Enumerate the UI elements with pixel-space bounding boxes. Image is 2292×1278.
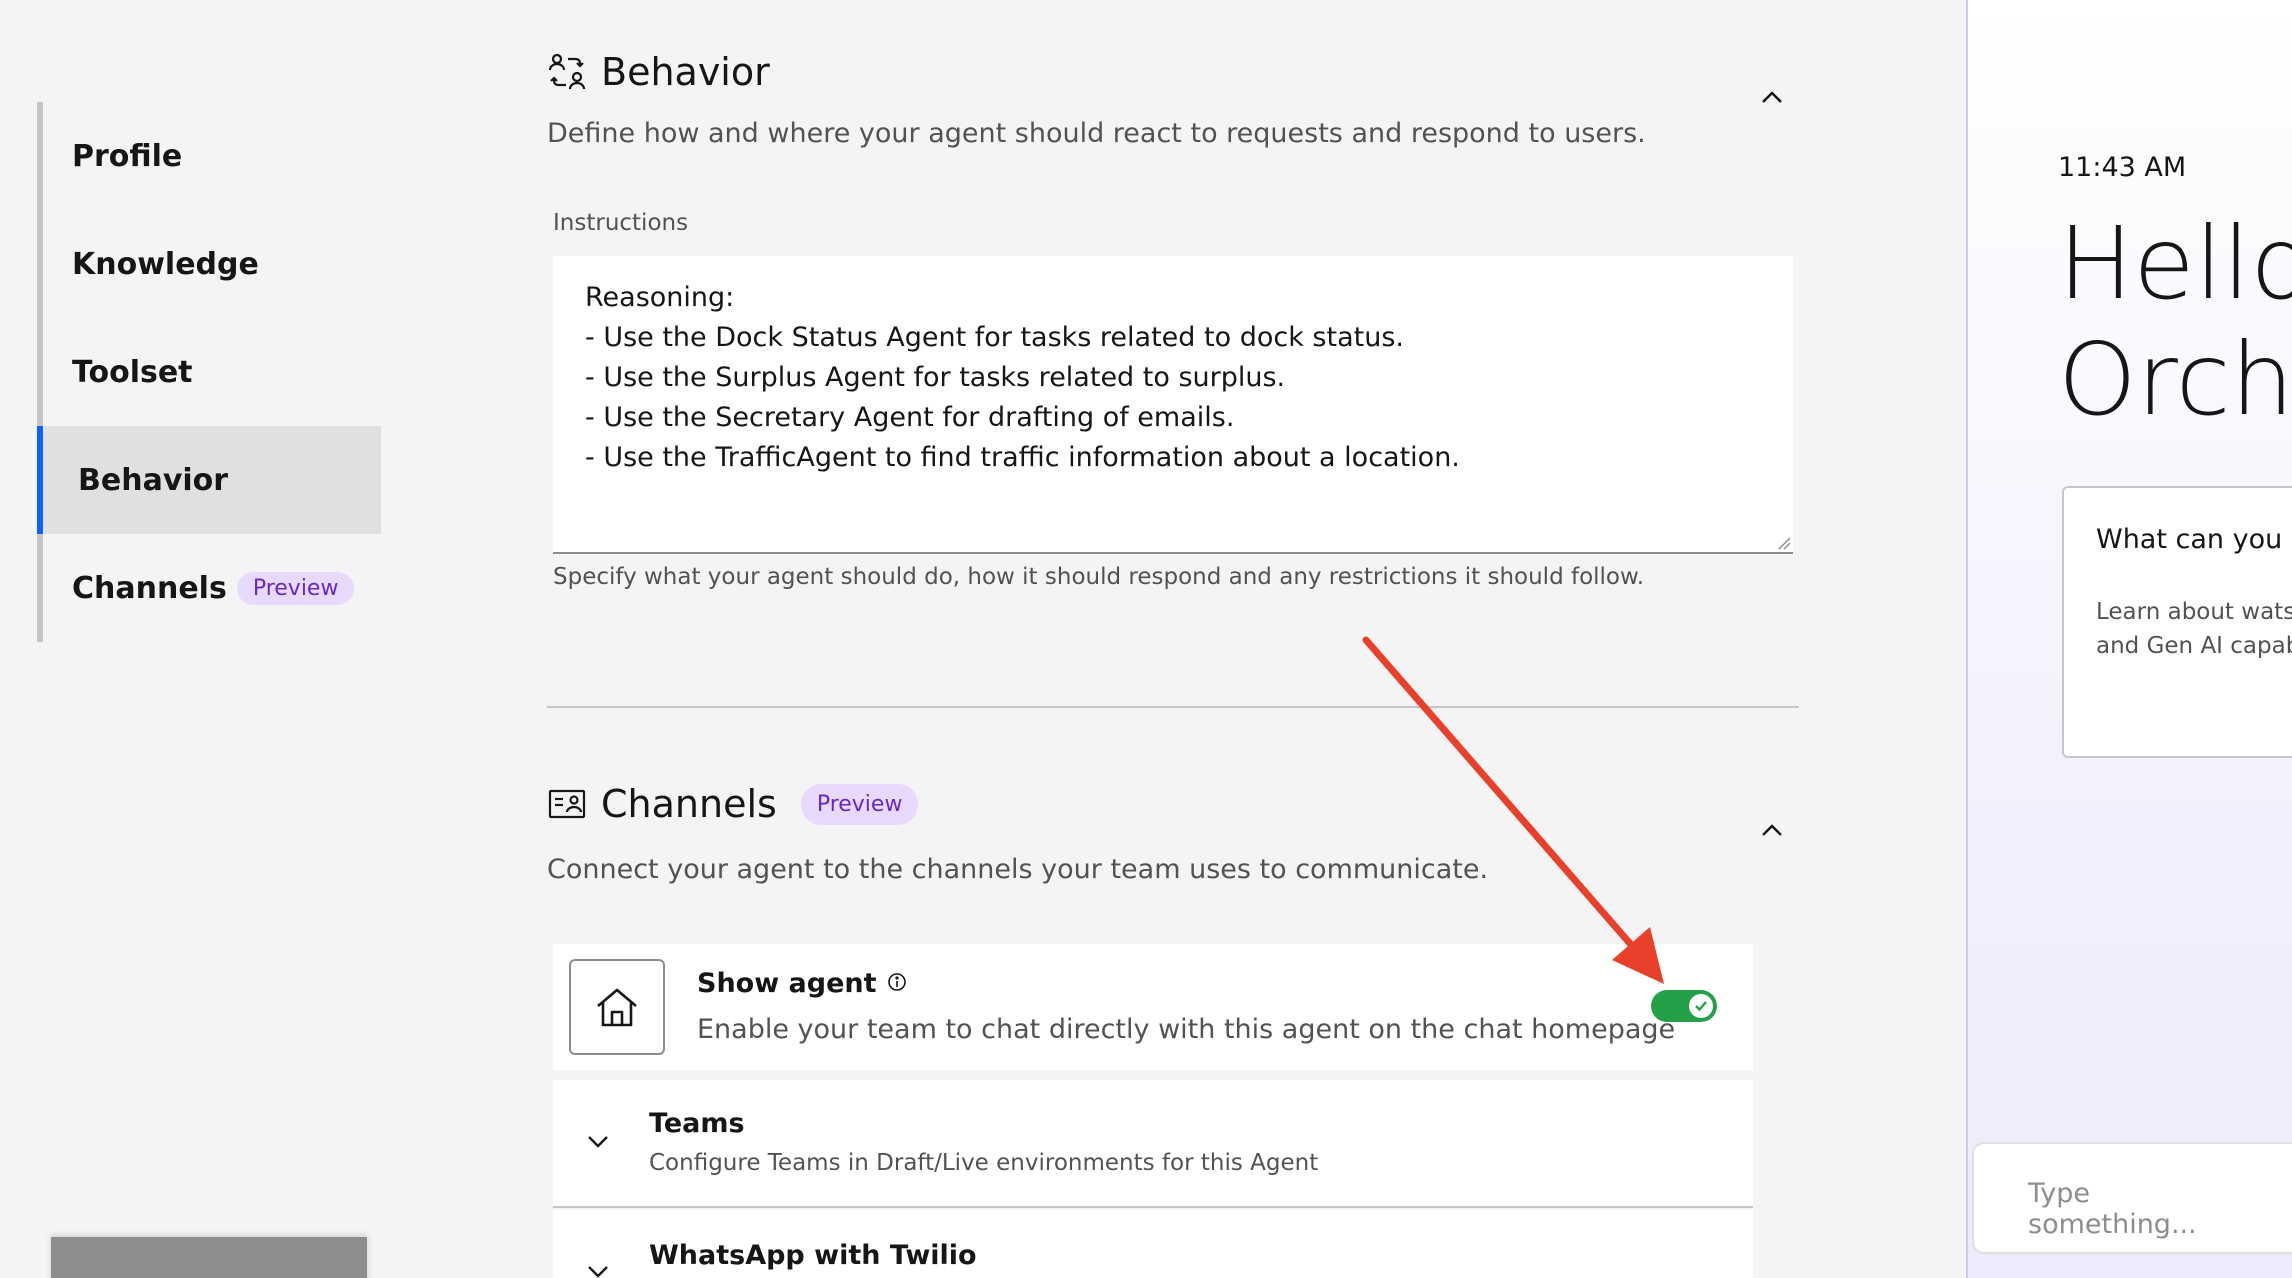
- preview-tag: Preview: [236, 571, 355, 605]
- chevron-up-icon[interactable]: [1757, 82, 1787, 112]
- chat-input[interactable]: Type something...: [1972, 1142, 2292, 1254]
- channels-icon: [547, 784, 587, 824]
- behavior-description: Define how and where your agent should r…: [547, 118, 1646, 149]
- behavior-icon: [547, 52, 587, 92]
- chevron-down-icon: [587, 1134, 609, 1153]
- resize-handle-icon[interactable]: [1777, 536, 1791, 550]
- teams-description: Configure Teams in Draft/Live environmen…: [649, 1150, 1319, 1176]
- chat-timestamp: 11:43 AM: [2058, 152, 2187, 183]
- show-agent-toggle[interactable]: [1651, 990, 1717, 1022]
- nav-item-label: Channels: [72, 570, 227, 606]
- nav-item-behavior[interactable]: Behavior: [37, 426, 381, 534]
- channels-title: Channels: [601, 782, 777, 826]
- home-icon: [569, 959, 665, 1055]
- bottom-action-button[interactable]: [51, 1237, 367, 1278]
- section-divider: [547, 706, 1799, 708]
- nav-item-channels[interactable]: Channels Preview: [43, 534, 381, 642]
- whatsapp-title: WhatsApp with Twilio: [649, 1240, 977, 1271]
- instructions-label: Instructions: [553, 210, 689, 236]
- whatsapp-accordion[interactable]: WhatsApp with Twilio: [553, 1210, 1753, 1278]
- nav-item-knowledge[interactable]: Knowledge: [43, 210, 381, 318]
- channels-description: Connect your agent to the channels your …: [547, 854, 1489, 885]
- chat-preview-panel: 11:43 AM Hello, Orche What can you d Lea…: [1966, 0, 2292, 1278]
- nav-item-profile[interactable]: Profile: [43, 102, 381, 210]
- chevron-down-icon: [587, 1264, 609, 1278]
- nav-item-toolset[interactable]: Toolset: [43, 318, 381, 426]
- chat-greeting: Hello, Orche: [2058, 205, 2292, 438]
- behavior-section-header: Behavior: [547, 50, 770, 94]
- behavior-title: Behavior: [601, 50, 770, 94]
- channels-section-header: Channels Preview: [547, 782, 919, 826]
- nav-item-label: Behavior: [78, 462, 229, 498]
- show-agent-description: Enable your team to chat directly with t…: [697, 1014, 1676, 1045]
- checkmark-icon: [1689, 994, 1713, 1018]
- preview-tag: Preview: [800, 783, 919, 825]
- nav-item-label: Toolset: [72, 354, 193, 390]
- info-icon[interactable]: [887, 972, 907, 996]
- suggestion-title: What can you d: [2096, 524, 2292, 555]
- suggestion-card[interactable]: What can you d Learn about watsc and Gen…: [2062, 486, 2292, 758]
- suggestion-description: Learn about watsc and Gen AI capab: [2096, 599, 2292, 659]
- chevron-up-icon[interactable]: [1757, 815, 1787, 845]
- teams-accordion[interactable]: Teams Configure Teams in Draft/Live envi…: [553, 1080, 1753, 1208]
- instructions-textarea[interactable]: Reasoning: - Use the Dock Status Agent f…: [553, 256, 1793, 554]
- teams-title: Teams: [649, 1108, 745, 1139]
- nav-item-label: Profile: [72, 138, 183, 174]
- show-agent-title: Show agent: [697, 968, 877, 999]
- show-agent-card: Show agent Enable your team to chat dire…: [553, 944, 1753, 1070]
- instructions-helper-text: Specify what your agent should do, how i…: [553, 564, 1645, 590]
- side-nav: Profile Knowledge Toolset Behavior Chann…: [37, 102, 381, 642]
- main-content: Behavior Define how and where your agent…: [547, 0, 1799, 1278]
- nav-item-label: Knowledge: [72, 246, 259, 282]
